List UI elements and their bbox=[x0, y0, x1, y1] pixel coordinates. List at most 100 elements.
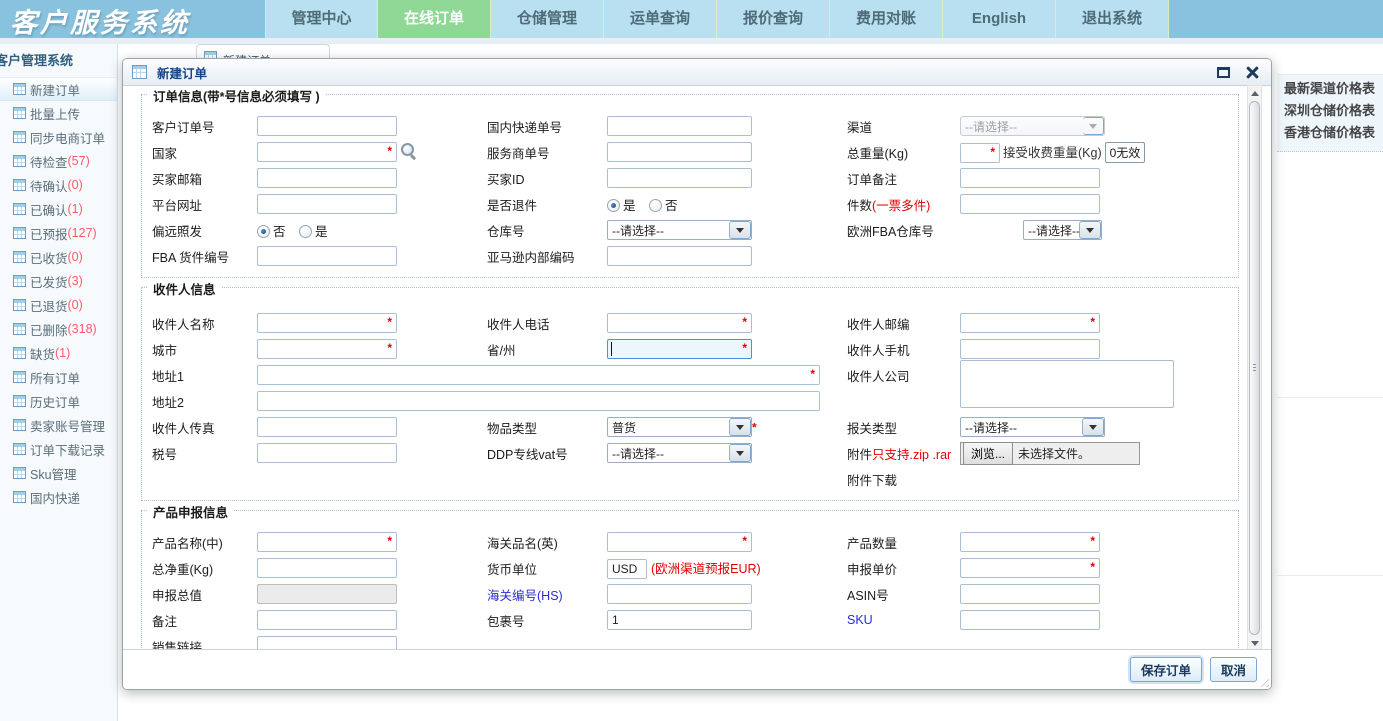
sidebar-item-new-order[interactable]: 新建订单 bbox=[0, 77, 117, 101]
provider-no-field[interactable] bbox=[607, 142, 752, 162]
recipient-fax-field[interactable] bbox=[257, 417, 397, 437]
link-hongkong-warehouse-prices[interactable]: 香港仓储价格表 bbox=[1277, 122, 1383, 144]
sidebar-item-seller-account-mgmt[interactable]: 卖家账号管理 bbox=[0, 413, 117, 437]
save-order-button[interactable]: 保存订单 bbox=[1130, 657, 1202, 682]
nav-tab-admin-center[interactable]: 管理中心 bbox=[265, 0, 378, 38]
sidebar-item-shipped[interactable]: 已发货(3) bbox=[0, 269, 117, 293]
recipient-name-field[interactable] bbox=[257, 313, 397, 333]
nav-tab-logout[interactable]: 退出系统 bbox=[1056, 0, 1169, 38]
price-list-links: 最新渠道价格表 深圳仓储价格表 香港仓储价格表 bbox=[1277, 74, 1383, 152]
item-type-select[interactable]: 普货 bbox=[607, 417, 752, 437]
section-product-declaration-legend: 产品申报信息 bbox=[148, 502, 233, 521]
browse-button[interactable]: 浏览... bbox=[963, 442, 1013, 465]
nav-tab-quote-query[interactable]: 报价查询 bbox=[717, 0, 830, 38]
amazon-internal-code-field[interactable] bbox=[607, 246, 752, 266]
dialog-titlebar[interactable]: 新建订单 bbox=[123, 59, 1271, 86]
sidebar-item-all-orders[interactable]: 所有订单 bbox=[0, 365, 117, 389]
sidebar-item-domestic-express[interactable]: 国内快递 bbox=[0, 485, 117, 509]
address2-field[interactable] bbox=[257, 391, 820, 411]
form-row: 城市 * 省/州 * 收件人手机 bbox=[152, 336, 1238, 362]
cancel-button[interactable]: 取消 bbox=[1210, 657, 1257, 682]
sidebar-item-order-download-records[interactable]: 订单下载记录 bbox=[0, 437, 117, 461]
sidebar-item-received[interactable]: 已收货(0) bbox=[0, 245, 117, 269]
eu-fba-warehouse-select[interactable]: --请选择-- bbox=[1023, 220, 1102, 240]
sidebar-item-pending-confirm[interactable]: 待确认(0) bbox=[0, 173, 117, 197]
pieces-field[interactable] bbox=[960, 194, 1100, 214]
recipient-phone-field[interactable] bbox=[607, 313, 752, 333]
remote-yes-radio[interactable] bbox=[299, 225, 312, 238]
remote-no-radio[interactable] bbox=[257, 225, 270, 238]
nav-tab-fee-reconciliation[interactable]: 费用对账 bbox=[830, 0, 943, 38]
recipient-zip-field[interactable] bbox=[960, 313, 1100, 333]
sidebar-item-returned[interactable]: 已退货(0) bbox=[0, 293, 117, 317]
link-shenzhen-warehouse-prices[interactable]: 深圳仓储价格表 bbox=[1277, 100, 1383, 122]
recipient-company-field[interactable] bbox=[960, 360, 1174, 408]
nav-tab-warehouse-mgmt[interactable]: 仓储管理 bbox=[491, 0, 604, 38]
attachment-file-input[interactable]: 浏览...未选择文件。 bbox=[960, 442, 1140, 465]
scrollbar-thumb[interactable] bbox=[1249, 101, 1260, 635]
return-no-radio[interactable] bbox=[649, 199, 662, 212]
net-weight-field[interactable] bbox=[257, 558, 397, 578]
sidebar-item-history-orders[interactable]: 历史订单 bbox=[0, 389, 117, 413]
table-icon bbox=[13, 251, 26, 263]
remote-delivery-label: 偏远照发 bbox=[152, 221, 257, 240]
nav-tab-waybill-query[interactable]: 运单查询 bbox=[604, 0, 717, 38]
order-remark-field[interactable] bbox=[960, 168, 1100, 188]
customer-order-no-field[interactable] bbox=[257, 116, 397, 136]
platform-url-field[interactable] bbox=[257, 194, 397, 214]
nav-tab-english[interactable]: English bbox=[943, 0, 1056, 38]
hs-code-field[interactable] bbox=[607, 584, 752, 604]
country-field[interactable] bbox=[257, 142, 397, 162]
sidebar-item-label: 待检查 bbox=[30, 152, 68, 171]
address1-field[interactable] bbox=[257, 365, 820, 385]
sidebar-item-sku-mgmt[interactable]: Sku管理 bbox=[0, 461, 117, 485]
ddp-vat-select[interactable]: --请选择-- bbox=[607, 443, 752, 463]
product-remark-field[interactable] bbox=[257, 610, 397, 630]
city-field[interactable] bbox=[257, 339, 397, 359]
scroll-down-arrow[interactable] bbox=[1248, 636, 1261, 650]
sku-field[interactable] bbox=[960, 610, 1100, 630]
buyer-email-field[interactable] bbox=[257, 168, 397, 188]
sidebar-item-batch-upload[interactable]: 批量上传 bbox=[0, 101, 117, 125]
sidebar-item-pending-check[interactable]: 待检查(57) bbox=[0, 149, 117, 173]
asin-field[interactable] bbox=[960, 584, 1100, 604]
buyer-id-field[interactable] bbox=[607, 168, 752, 188]
recipient-mobile-field[interactable] bbox=[960, 339, 1100, 359]
table-icon bbox=[13, 371, 26, 383]
product-qty-field[interactable] bbox=[960, 532, 1100, 552]
warehouse-select[interactable]: --请选择-- bbox=[607, 220, 752, 240]
sidebar-item-forecasted[interactable]: 已预报(127) bbox=[0, 221, 117, 245]
table-icon bbox=[13, 443, 26, 455]
search-icon[interactable] bbox=[401, 143, 417, 159]
form-row: 备注 包裹号 SKU bbox=[152, 607, 1238, 633]
sidebar-item-confirmed[interactable]: 已确认(1) bbox=[0, 197, 117, 221]
unit-price-field[interactable] bbox=[960, 558, 1100, 578]
currency-field[interactable] bbox=[607, 559, 647, 579]
tax-no-field[interactable] bbox=[257, 443, 397, 463]
scroll-up-arrow[interactable] bbox=[1248, 86, 1261, 100]
domestic-express-no-field[interactable] bbox=[607, 116, 752, 136]
package-no-field[interactable] bbox=[607, 610, 752, 630]
link-latest-channel-prices[interactable]: 最新渠道价格表 bbox=[1277, 78, 1383, 100]
maximize-icon[interactable] bbox=[1217, 67, 1230, 78]
close-icon[interactable] bbox=[1246, 66, 1259, 79]
return-yes-radio[interactable] bbox=[607, 199, 620, 212]
sales-link-field[interactable] bbox=[257, 636, 397, 649]
sidebar-item-count: (3) bbox=[68, 274, 83, 288]
domestic-express-no-label: 国内快递单号 bbox=[487, 117, 607, 136]
nav-tab-online-order[interactable]: 在线订单 bbox=[378, 0, 491, 38]
customs-name-en-field[interactable] bbox=[607, 532, 752, 552]
channel-select[interactable]: --请选择-- bbox=[960, 116, 1105, 136]
customs-type-select[interactable]: --请选择-- bbox=[960, 417, 1105, 437]
sidebar-item-deleted[interactable]: 已删除(318) bbox=[0, 317, 117, 341]
sidebar-item-sync-ecommerce-order[interactable]: 同步电商订单 bbox=[0, 125, 117, 149]
dialog-scrollbar[interactable] bbox=[1247, 85, 1262, 651]
sku-link[interactable]: SKU bbox=[847, 613, 960, 627]
fba-shipment-no-field[interactable] bbox=[257, 246, 397, 266]
zero-invalid-box: 0无效 bbox=[1105, 142, 1146, 163]
hs-code-link[interactable]: 海关编号(HS) bbox=[487, 585, 607, 604]
sidebar-item-out-of-stock[interactable]: 缺货(1) bbox=[0, 341, 117, 365]
channel-select-value: --请选择-- bbox=[961, 118, 1083, 135]
state-field[interactable] bbox=[607, 339, 752, 359]
product-name-cn-field[interactable] bbox=[257, 532, 397, 552]
